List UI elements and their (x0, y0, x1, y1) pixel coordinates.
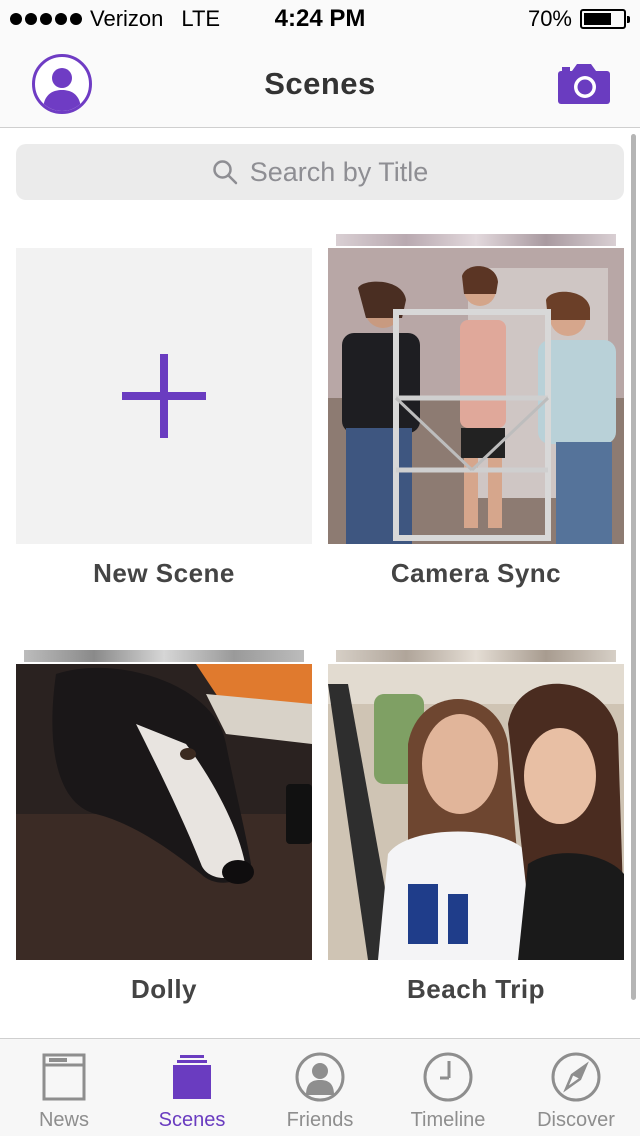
tab-label: Timeline (410, 1109, 486, 1131)
page-title: Scenes (264, 66, 376, 101)
battery-percent: 70% (527, 6, 572, 31)
tab-bar: News Scenes Friends Timeline Discover (0, 1038, 640, 1136)
battery-fill (584, 13, 611, 25)
timeline-clock-icon (423, 1052, 473, 1102)
plus-icon (160, 354, 168, 438)
scene-thumbnail-beach-trip[interactable] (328, 664, 624, 960)
search-placeholder: Search by Title (249, 156, 429, 187)
scrollbar[interactable] (631, 134, 636, 1000)
search-input[interactable]: Search by Title (16, 144, 624, 200)
new-scene-tile[interactable] (16, 248, 312, 544)
tab-timeline[interactable]: Timeline (384, 1039, 512, 1136)
tab-scenes[interactable]: Scenes (128, 1039, 256, 1136)
scenes-icon (173, 1055, 211, 1099)
tab-discover[interactable]: Discover (512, 1039, 640, 1136)
search-icon (212, 160, 237, 185)
scene-title: New Scene (93, 558, 235, 588)
tab-label: Discover (537, 1109, 615, 1131)
stack-edge (24, 650, 304, 662)
scene-title: Dolly (130, 974, 198, 1004)
battery-icon (580, 9, 630, 29)
discover-compass-icon (551, 1052, 601, 1102)
tab-news[interactable]: News (0, 1039, 128, 1136)
stack-edge (336, 234, 616, 246)
tab-friends[interactable]: Friends (256, 1039, 384, 1136)
scene-thumbnail-camera-sync[interactable] (328, 248, 624, 544)
scene-title: Beach Trip (407, 974, 545, 1004)
tab-label: Scenes (158, 1109, 226, 1131)
status-right: 70% (527, 6, 630, 32)
scene-title: Camera Sync (390, 558, 562, 588)
tab-label: News (38, 1109, 89, 1131)
friends-icon (295, 1052, 345, 1102)
scene-thumbnail-dolly[interactable] (16, 664, 312, 960)
tab-label: Friends (286, 1109, 354, 1131)
stack-edge (336, 650, 616, 662)
news-icon (42, 1053, 86, 1101)
navigation-bar: Scenes (0, 40, 640, 128)
camera-icon[interactable] (558, 64, 610, 104)
status-bar: Verizon LTE 4:24 PM 70% (0, 0, 640, 40)
